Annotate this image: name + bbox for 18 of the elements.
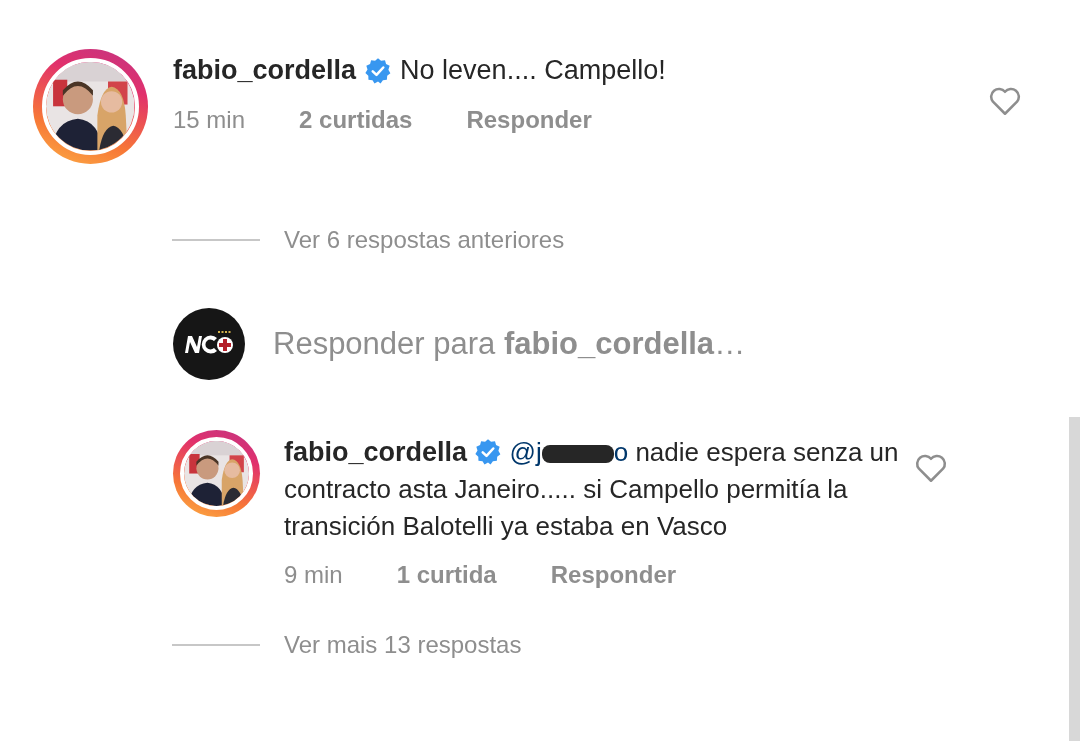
reply-link[interactable]: Responder xyxy=(550,561,677,589)
comment-time: 9 min xyxy=(284,561,343,589)
comment-time: 15 min xyxy=(173,106,246,134)
heart-icon[interactable] xyxy=(988,85,1022,117)
heart-icon[interactable] xyxy=(914,452,948,484)
reply-input-field[interactable]: Responder para fabio_cordella… xyxy=(273,326,746,362)
likes-count[interactable]: 2 curtidas xyxy=(299,106,413,134)
reply-link[interactable]: Responder xyxy=(466,106,592,134)
nco-logo-avatar xyxy=(173,308,245,380)
comment-text: No leven.... Campello! xyxy=(400,55,666,86)
likes-count[interactable]: 1 curtida xyxy=(396,561,497,589)
username[interactable]: fabio_cordella xyxy=(284,437,468,467)
view-replies-link[interactable]: Ver 6 respostas anteriores xyxy=(284,226,565,254)
view-more-replies-link[interactable]: Ver mais 13 respostas xyxy=(284,631,522,659)
mention-link[interactable]: @j o xyxy=(509,437,629,467)
comment-text: fabio_cordella @j o nadie espera senza un contracto asta Janeiro..... si Campello permitía la transición Balotelli ya estaba en Vasco xyxy=(284,436,900,543)
scrollbar[interactable] xyxy=(1069,417,1080,741)
username[interactable]: fabio_cordella xyxy=(173,55,357,86)
